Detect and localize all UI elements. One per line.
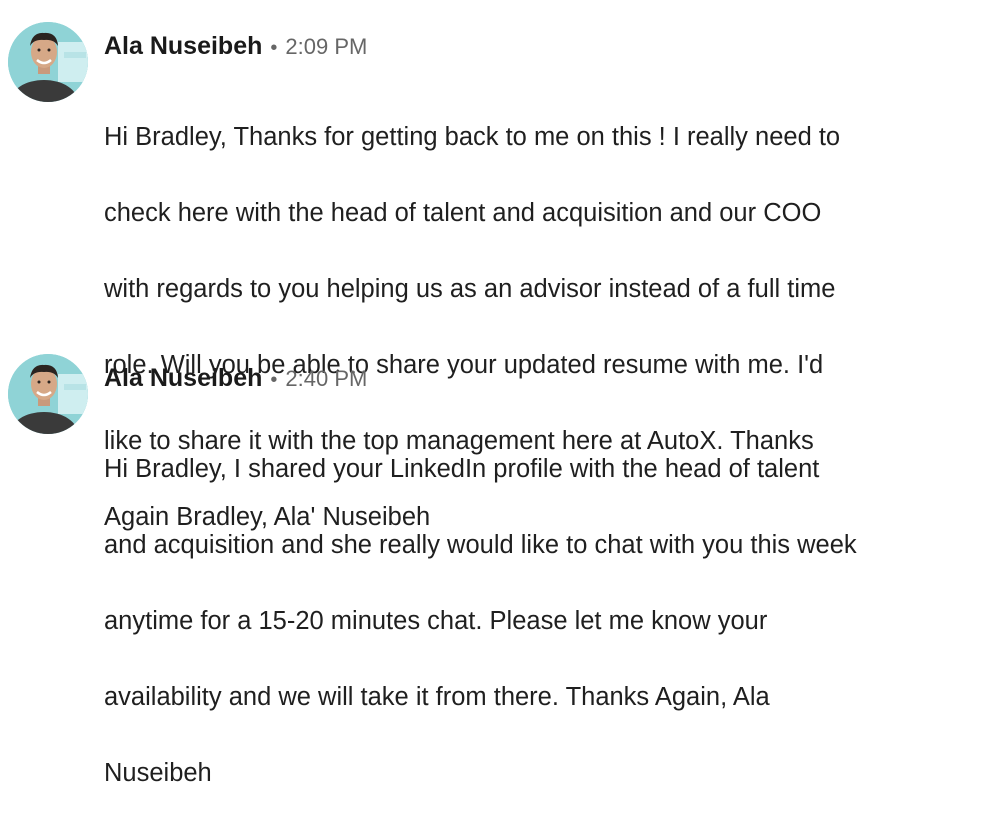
profile-photo-icon (8, 354, 88, 434)
message-line: anytime for a 15-20 minutes chat. Please… (104, 607, 768, 635)
separator-dot: • (270, 37, 278, 59)
message-timestamp: 2:09 PM (285, 34, 368, 59)
message-timestamp: 2:40 PM (285, 366, 368, 391)
sender-name[interactable]: Ala Nuseibeh (104, 32, 262, 61)
message-line: Hi Bradley, Thanks for getting back to m… (104, 123, 841, 151)
message-line: Nuseibeh (104, 759, 212, 787)
message-line: availability and we will take it from th… (104, 683, 770, 711)
message-body: Hi Bradley, I shared your LinkedIn profi… (104, 412, 964, 830)
sender-name[interactable]: Ala Nuseibeh (104, 364, 262, 393)
message-line: with regards to you helping us as an adv… (104, 275, 836, 303)
message-line: Hi Bradley, I shared your LinkedIn profi… (104, 455, 820, 483)
separator-dot: • (270, 369, 278, 391)
message-line: and acquisition and she really would lik… (104, 531, 857, 559)
message-line: check here with the head of talent and a… (104, 199, 822, 227)
avatar[interactable] (8, 22, 88, 102)
profile-photo-icon (8, 22, 88, 102)
avatar[interactable] (8, 354, 88, 434)
